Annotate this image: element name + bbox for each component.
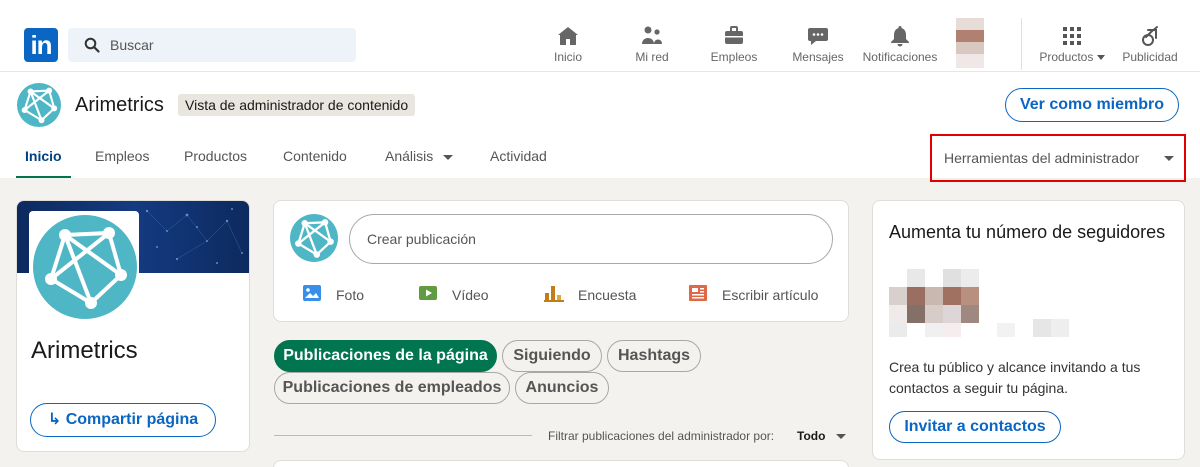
company-profile-card: Arimetrics ↳ Compartir página bbox=[16, 200, 250, 452]
network-logo-icon bbox=[45, 227, 127, 309]
contacts-avatars bbox=[889, 269, 1069, 337]
nav-item-messaging[interactable]: Mensajes bbox=[790, 24, 846, 70]
company-avatar-icon bbox=[290, 214, 338, 262]
poll-icon bbox=[544, 286, 564, 302]
filter-divider bbox=[274, 435, 532, 436]
linkedin-logo-icon[interactable]: in bbox=[24, 28, 58, 62]
grid-icon bbox=[1063, 27, 1081, 45]
photo-label: Foto bbox=[336, 287, 365, 303]
bell-icon bbox=[891, 26, 909, 47]
company-name-large: Arimetrics bbox=[31, 337, 138, 364]
caret-down-icon bbox=[1164, 156, 1174, 161]
tab-content[interactable]: Contenido bbox=[283, 148, 347, 178]
nav-item-advertise[interactable]: Publicidad bbox=[1120, 24, 1180, 70]
admin-tools-label: Herramientas del administrador bbox=[944, 150, 1140, 166]
admin-tools-dropdown[interactable]: Herramientas del administrador bbox=[930, 134, 1186, 182]
filter-pill-employee-posts[interactable]: Publicaciones de empleados bbox=[274, 372, 510, 404]
nav-item-notifications[interactable]: Notificaciones bbox=[858, 24, 942, 70]
company-name: Arimetrics bbox=[75, 94, 164, 116]
network-logo-icon bbox=[21, 87, 58, 124]
search-icon bbox=[84, 37, 100, 53]
user-avatar[interactable] bbox=[956, 18, 984, 70]
nav-divider bbox=[1021, 18, 1022, 70]
nav-label-advertise: Publicidad bbox=[1122, 50, 1178, 64]
feed-post-card bbox=[273, 460, 849, 467]
caret-down-icon[interactable] bbox=[836, 434, 846, 439]
advertise-icon bbox=[1142, 26, 1158, 46]
tab-analytics-label: Análisis bbox=[385, 148, 434, 164]
grow-followers-card: Aumenta tu número de seguidores Crea tu … bbox=[872, 200, 1185, 460]
nav-item-network[interactable]: Mi red bbox=[630, 24, 674, 70]
network-logo-icon bbox=[295, 219, 334, 258]
tab-analytics[interactable]: Análisis bbox=[385, 148, 454, 178]
search-input[interactable] bbox=[110, 28, 350, 62]
nav-item-jobs[interactable]: Empleos bbox=[708, 24, 760, 70]
network-icon bbox=[642, 26, 662, 44]
nav-label-home: Inicio bbox=[553, 50, 582, 64]
nav-item-products[interactable]: Productos bbox=[1036, 24, 1108, 70]
video-label: Vídeo bbox=[452, 287, 489, 303]
invite-contacts-button[interactable]: Invitar a contactos bbox=[889, 411, 1061, 443]
grow-followers-description: Crea tu público y alcance invitando a tu… bbox=[889, 359, 1141, 396]
tab-activity[interactable]: Actividad bbox=[490, 148, 547, 178]
messaging-icon bbox=[808, 28, 828, 45]
nav-label-network: Mi red bbox=[635, 50, 669, 64]
share-arrow-icon: ↳ bbox=[47, 411, 62, 428]
admin-view-badge: Vista de administrador de contenido bbox=[178, 94, 416, 116]
tab-home[interactable]: Inicio bbox=[16, 148, 71, 178]
company-logo-icon[interactable] bbox=[17, 83, 61, 127]
briefcase-icon bbox=[725, 26, 743, 44]
admin-filter-label: Filtrar publicaciones del administrador … bbox=[548, 429, 775, 443]
top-navigation-bar: in Inicio Mi red Empleos Mensajes Notifi… bbox=[0, 0, 1200, 72]
products-label: Productos bbox=[1039, 50, 1094, 64]
caret-down-icon bbox=[443, 154, 454, 160]
article-icon bbox=[689, 285, 707, 301]
filter-pill-hashtags[interactable]: Hashtags bbox=[607, 340, 701, 372]
view-as-member-button[interactable]: Ver como miembro bbox=[1005, 88, 1179, 122]
filter-pill-following[interactable]: Siguiendo bbox=[502, 340, 602, 372]
company-logo-large-icon bbox=[33, 215, 137, 319]
home-icon bbox=[558, 27, 578, 45]
admin-filter-dropdown[interactable]: Todo bbox=[797, 429, 825, 443]
post-composer-card: Crear publicación Foto Vídeo Encuesta Es… bbox=[273, 200, 849, 322]
nav-item-home[interactable]: Inicio bbox=[548, 24, 588, 70]
grow-followers-title: Aumenta tu número de seguidores bbox=[889, 222, 1166, 242]
filter-pill-ads[interactable]: Anuncios bbox=[515, 372, 609, 404]
tab-products[interactable]: Productos bbox=[184, 148, 247, 178]
nav-label-jobs: Empleos bbox=[710, 50, 758, 64]
photo-icon bbox=[303, 285, 321, 301]
caret-down-icon bbox=[1096, 55, 1105, 61]
tab-jobs[interactable]: Empleos bbox=[95, 148, 149, 178]
article-label: Escribir artículo bbox=[722, 287, 819, 303]
create-post-input[interactable]: Crear publicación bbox=[349, 214, 833, 264]
share-page-button[interactable]: ↳ Compartir página bbox=[30, 403, 216, 437]
poll-label: Encuesta bbox=[578, 287, 637, 303]
nav-label-products: Productos bbox=[1036, 50, 1108, 64]
nav-label-messaging: Mensajes bbox=[792, 50, 844, 64]
filter-pill-page-posts[interactable]: Publicaciones de la página bbox=[274, 340, 497, 372]
video-icon bbox=[419, 286, 437, 300]
nav-label-notifications: Notificaciones bbox=[862, 50, 938, 64]
search-box[interactable] bbox=[68, 28, 356, 62]
company-logo-frame bbox=[29, 211, 139, 321]
share-page-label: Compartir página bbox=[65, 411, 199, 428]
